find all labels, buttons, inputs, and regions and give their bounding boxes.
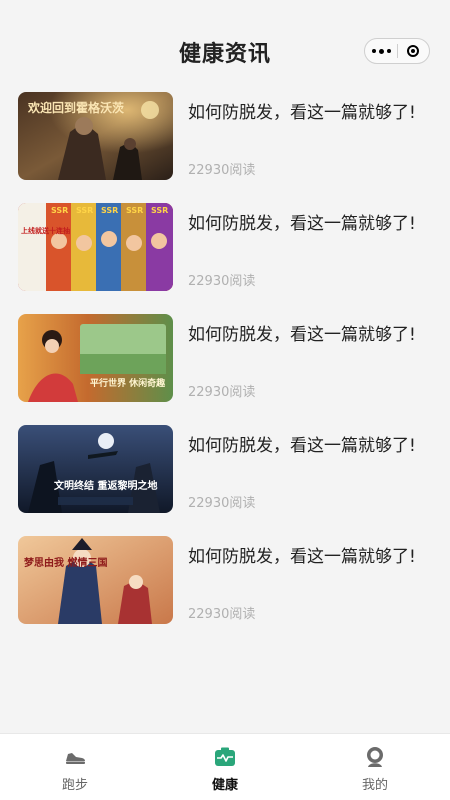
article-item[interactable]: 平行世界 休闲奇趣 如何防脱发，看这一篇就够了! 22930阅读 bbox=[0, 314, 450, 425]
article-thumbnail: 梦思由我 燃情三国 bbox=[18, 536, 173, 624]
svg-text:上线就送十连抽: 上线就送十连抽 bbox=[21, 226, 70, 235]
svg-text:SSR: SSR bbox=[51, 206, 68, 215]
article-thumbnail: 平行世界 休闲奇趣 bbox=[18, 314, 173, 402]
article-thumbnail: 文明终结 重返黎明之地 bbox=[18, 425, 173, 513]
article-title: 如何防脱发，看这一篇就够了! bbox=[188, 547, 416, 567]
tab-label: 健康 bbox=[211, 778, 238, 793]
more-dot-icon bbox=[371, 49, 376, 53]
article-title: 如何防脱发，看这一篇就够了! bbox=[188, 214, 416, 234]
tab-running[interactable]: 跑步 bbox=[0, 734, 150, 800]
svg-text:梦思由我 燃情三国: 梦思由我 燃情三国 bbox=[24, 556, 107, 569]
svg-text:欢迎回到霍格沃茨: 欢迎回到霍格沃茨 bbox=[27, 100, 124, 115]
mini-program-capsule bbox=[364, 38, 430, 64]
article-item[interactable]: 欢迎回到霍格沃茨 如何防脱发，看这一篇就够了! 22930阅读 bbox=[0, 92, 450, 203]
article-title: 如何防脱发，看这一篇就够了! bbox=[188, 103, 416, 123]
article-item[interactable]: 梦思由我 燃情三国 如何防脱发，看这一篇就够了! 22930阅读 bbox=[0, 536, 450, 647]
read-count: 22930阅读 bbox=[188, 385, 256, 400]
read-count: 22930阅读 bbox=[188, 496, 256, 511]
tab-health[interactable]: 健康 bbox=[150, 734, 300, 800]
read-count: 22930阅读 bbox=[188, 163, 256, 178]
svg-text:SSR: SSR bbox=[76, 206, 93, 215]
more-dot-icon bbox=[386, 49, 391, 53]
more-options-button[interactable] bbox=[365, 39, 397, 63]
sneaker-icon bbox=[66, 753, 85, 764]
tab-mine[interactable]: 我的 bbox=[300, 734, 450, 800]
user-icon bbox=[367, 747, 383, 767]
article-list: 欢迎回到霍格沃茨 如何防脱发，看这一篇就够了! 22930阅读 SSR SSR … bbox=[0, 92, 450, 647]
navigation-bar: 健康资讯 bbox=[0, 0, 450, 100]
article-item[interactable]: SSR SSR SSR SSR SSR 上线就送十连抽 如何防脱发，看这一篇就够… bbox=[0, 203, 450, 314]
svg-text:SSR: SSR bbox=[151, 206, 168, 215]
svg-text:SSR: SSR bbox=[126, 206, 143, 215]
more-dot-icon bbox=[378, 48, 384, 54]
article-title: 如何防脱发，看这一篇就够了! bbox=[188, 325, 416, 345]
svg-text:平行世界 休闲奇趣: 平行世界 休闲奇趣 bbox=[90, 377, 166, 389]
svg-text:SSR: SSR bbox=[101, 206, 118, 215]
tab-label: 我的 bbox=[361, 778, 388, 793]
read-count: 22930阅读 bbox=[188, 607, 256, 622]
target-circle-icon bbox=[407, 45, 420, 57]
article-title: 如何防脱发，看这一篇就够了! bbox=[188, 436, 416, 456]
article-thumbnail: SSR SSR SSR SSR SSR 上线就送十连抽 bbox=[18, 203, 173, 291]
bottom-tab-bar: 跑步 健康 我的 bbox=[0, 733, 450, 800]
read-count: 22930阅读 bbox=[188, 274, 256, 289]
tab-label: 跑步 bbox=[61, 778, 88, 793]
article-item[interactable]: 文明终结 重返黎明之地 如何防脱发，看这一篇就够了! 22930阅读 bbox=[0, 425, 450, 536]
close-mini-program-button[interactable] bbox=[398, 39, 429, 63]
svg-text:文明终结 重返黎明之地: 文明终结 重返黎明之地 bbox=[54, 479, 157, 492]
article-thumbnail: 欢迎回到霍格沃茨 bbox=[18, 92, 173, 180]
health-heartbeat-icon bbox=[215, 747, 235, 766]
